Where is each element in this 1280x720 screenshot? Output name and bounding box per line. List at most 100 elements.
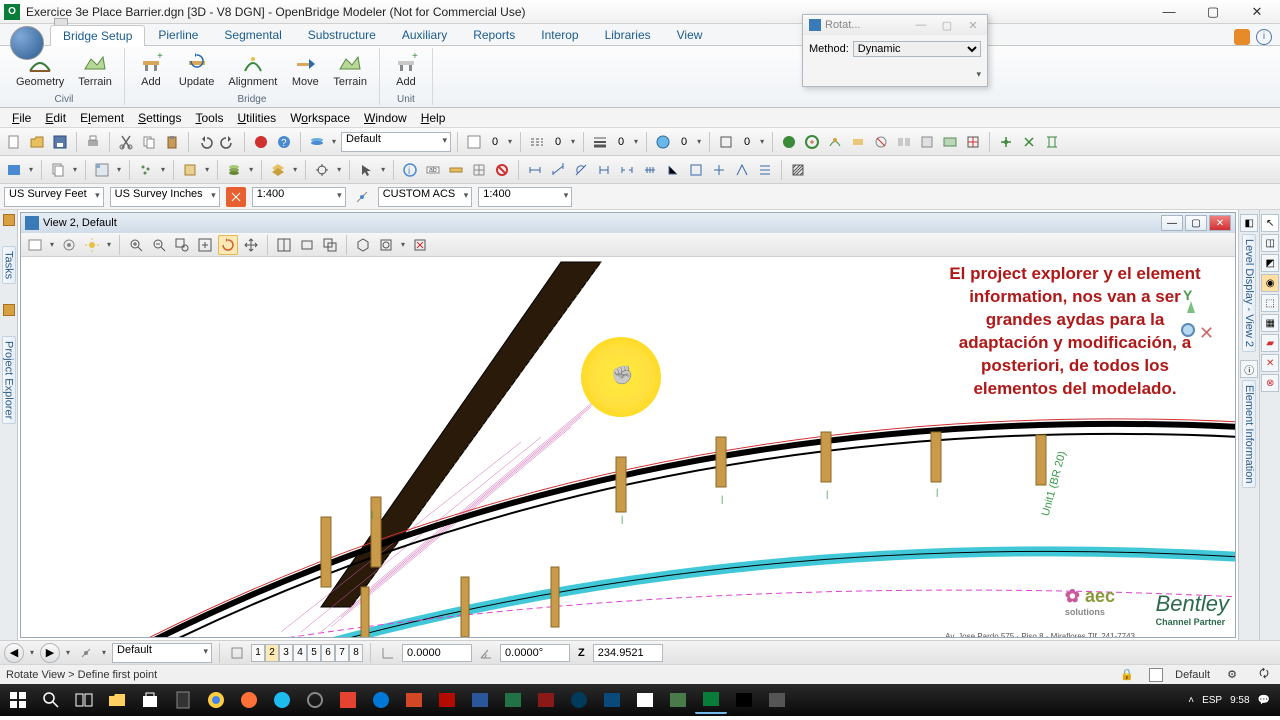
snap1-icon[interactable]: [996, 132, 1016, 152]
info-icon[interactable]: i: [400, 160, 420, 180]
rd-tool-1[interactable]: ↖: [1261, 214, 1279, 232]
menu-tools[interactable]: Tools: [189, 110, 229, 126]
dim9-icon[interactable]: [709, 160, 729, 180]
layer-drop-icon[interactable]: [307, 132, 327, 152]
zoom-window-icon[interactable]: [172, 235, 192, 255]
scale-lock-icon[interactable]: [226, 187, 246, 207]
geo-tool7-icon[interactable]: [917, 132, 937, 152]
rd-tool-4[interactable]: ◉: [1261, 274, 1279, 292]
color-icon[interactable]: [464, 132, 484, 152]
rd-tool-2[interactable]: ◫: [1261, 234, 1279, 252]
stop-icon[interactable]: [251, 132, 271, 152]
element-template-select[interactable]: Default: [112, 643, 212, 663]
cell-dd[interactable]: ▾: [203, 165, 211, 174]
ribbon-help-icon[interactable]: i: [1256, 29, 1272, 45]
app-taskbar-icon-5[interactable]: [662, 686, 694, 714]
todoist-taskbar-icon[interactable]: [332, 686, 364, 714]
add-unit-button[interactable]: +Add: [386, 48, 426, 90]
menu-window[interactable]: Window: [358, 110, 413, 126]
element-info-tab[interactable]: Element Information: [1242, 380, 1256, 488]
dialog-close[interactable]: ✕: [965, 19, 981, 32]
clip-mask-dd[interactable]: ▾: [399, 240, 407, 249]
app-logo[interactable]: [10, 26, 44, 60]
page-7[interactable]: 7: [335, 644, 349, 662]
page-selector[interactable]: 1 2 3 4 5 6 7 8: [251, 644, 363, 662]
model-icon[interactable]: [4, 160, 24, 180]
excel-taskbar-icon[interactable]: [497, 686, 529, 714]
linestyle-dd[interactable]: ▾: [569, 137, 577, 146]
app-taskbar-icon-2[interactable]: [563, 686, 595, 714]
method-select[interactable]: Dynamic: [853, 41, 981, 57]
geo-tool1-icon[interactable]: [779, 132, 799, 152]
view-attr-dd[interactable]: ▾: [48, 240, 56, 249]
calc-taskbar-icon[interactable]: [167, 686, 199, 714]
minimize-button[interactable]: —: [1156, 3, 1182, 21]
status-settings-icon[interactable]: ⚙: [1222, 665, 1242, 685]
page-6[interactable]: 6: [321, 644, 335, 662]
cut-icon[interactable]: [116, 132, 136, 152]
tray-lang[interactable]: ESP: [1202, 695, 1222, 706]
tab-segmental[interactable]: Segmental: [211, 24, 294, 45]
terrain-bridge-button[interactable]: Terrain: [327, 48, 373, 90]
rd-tool-7[interactable]: ▰: [1261, 334, 1279, 352]
history-back-dd[interactable]: ▾: [28, 648, 36, 657]
snap-tool-dd[interactable]: ▾: [335, 165, 343, 174]
fit-view-icon[interactable]: [195, 235, 215, 255]
rotate-dialog[interactable]: Rotat... — ▢ ✕ Method: Dynamic ▾: [802, 14, 988, 87]
store-taskbar-icon[interactable]: [134, 686, 166, 714]
history-fwd[interactable]: ▶: [40, 643, 60, 663]
linestyle-icon[interactable]: [527, 132, 547, 152]
dialog-minimize[interactable]: —: [913, 19, 929, 32]
menu-help[interactable]: Help: [415, 110, 452, 126]
menu-file[interactable]: File: [6, 110, 37, 126]
unit2-select[interactable]: US Survey Inches: [110, 187, 220, 207]
tasks-pin-icon[interactable]: [3, 214, 15, 226]
dim2-icon[interactable]: [548, 160, 568, 180]
z-input[interactable]: [593, 644, 663, 662]
model-dd[interactable]: ▾: [27, 165, 35, 174]
tray-up-icon[interactable]: ˄: [1188, 695, 1194, 706]
page-1[interactable]: 1: [251, 644, 265, 662]
levels-dd[interactable]: ▾: [247, 165, 255, 174]
openbridge-taskbar-icon[interactable]: [695, 686, 727, 714]
x-input[interactable]: [402, 644, 472, 662]
pan-view-icon[interactable]: [241, 235, 261, 255]
layer-select[interactable]: Default: [341, 132, 451, 152]
priority-icon[interactable]: [716, 132, 736, 152]
menu-edit[interactable]: Edit: [39, 110, 72, 126]
scale1-select[interactable]: 1:400: [252, 187, 346, 207]
new-icon[interactable]: [4, 132, 24, 152]
page-5[interactable]: 5: [307, 644, 321, 662]
explorer-taskbar-icon[interactable]: [101, 686, 133, 714]
snap-tool-icon[interactable]: [312, 160, 332, 180]
dialog-dropdown[interactable]: ▾: [976, 69, 981, 80]
snap-mode-dd[interactable]: ▾: [100, 648, 108, 657]
ribbon-rss-icon[interactable]: [1234, 29, 1250, 45]
copy-icon[interactable]: [139, 132, 159, 152]
view-close[interactable]: ✕: [1209, 215, 1231, 231]
view-maximize[interactable]: ▢: [1185, 215, 1207, 231]
move-button[interactable]: Move: [285, 48, 325, 90]
tab-bridge-setup[interactable]: Bridge Setup: [50, 25, 145, 46]
rd-tool-8[interactable]: ✕: [1261, 354, 1279, 372]
globe-icon[interactable]: [653, 132, 673, 152]
zoom-out-icon[interactable]: [149, 235, 169, 255]
tab-interop[interactable]: Interop: [528, 24, 591, 45]
level-display-tab[interactable]: Level Display - View 2: [1242, 234, 1256, 352]
redo-icon[interactable]: [218, 132, 238, 152]
nosel-icon[interactable]: [492, 160, 512, 180]
undo-icon[interactable]: [195, 132, 215, 152]
view-canvas[interactable]: ||| || Unit1 (BR 20) El project explorer…: [21, 257, 1235, 637]
tab-view[interactable]: View: [664, 24, 716, 45]
view-brightness-icon[interactable]: [82, 235, 102, 255]
word-taskbar-icon[interactable]: [464, 686, 496, 714]
app-taskbar-icon-4[interactable]: [629, 686, 661, 714]
geo-tool6-icon[interactable]: [894, 132, 914, 152]
clip-mask-icon[interactable]: [376, 235, 396, 255]
close-button[interactable]: ✕: [1244, 3, 1270, 21]
dim3-icon[interactable]: [571, 160, 591, 180]
dim8-icon[interactable]: [686, 160, 706, 180]
ref-icon[interactable]: [48, 160, 68, 180]
grid-tool-icon[interactable]: [469, 160, 489, 180]
tray-notifications-icon[interactable]: 💬: [1258, 695, 1270, 706]
